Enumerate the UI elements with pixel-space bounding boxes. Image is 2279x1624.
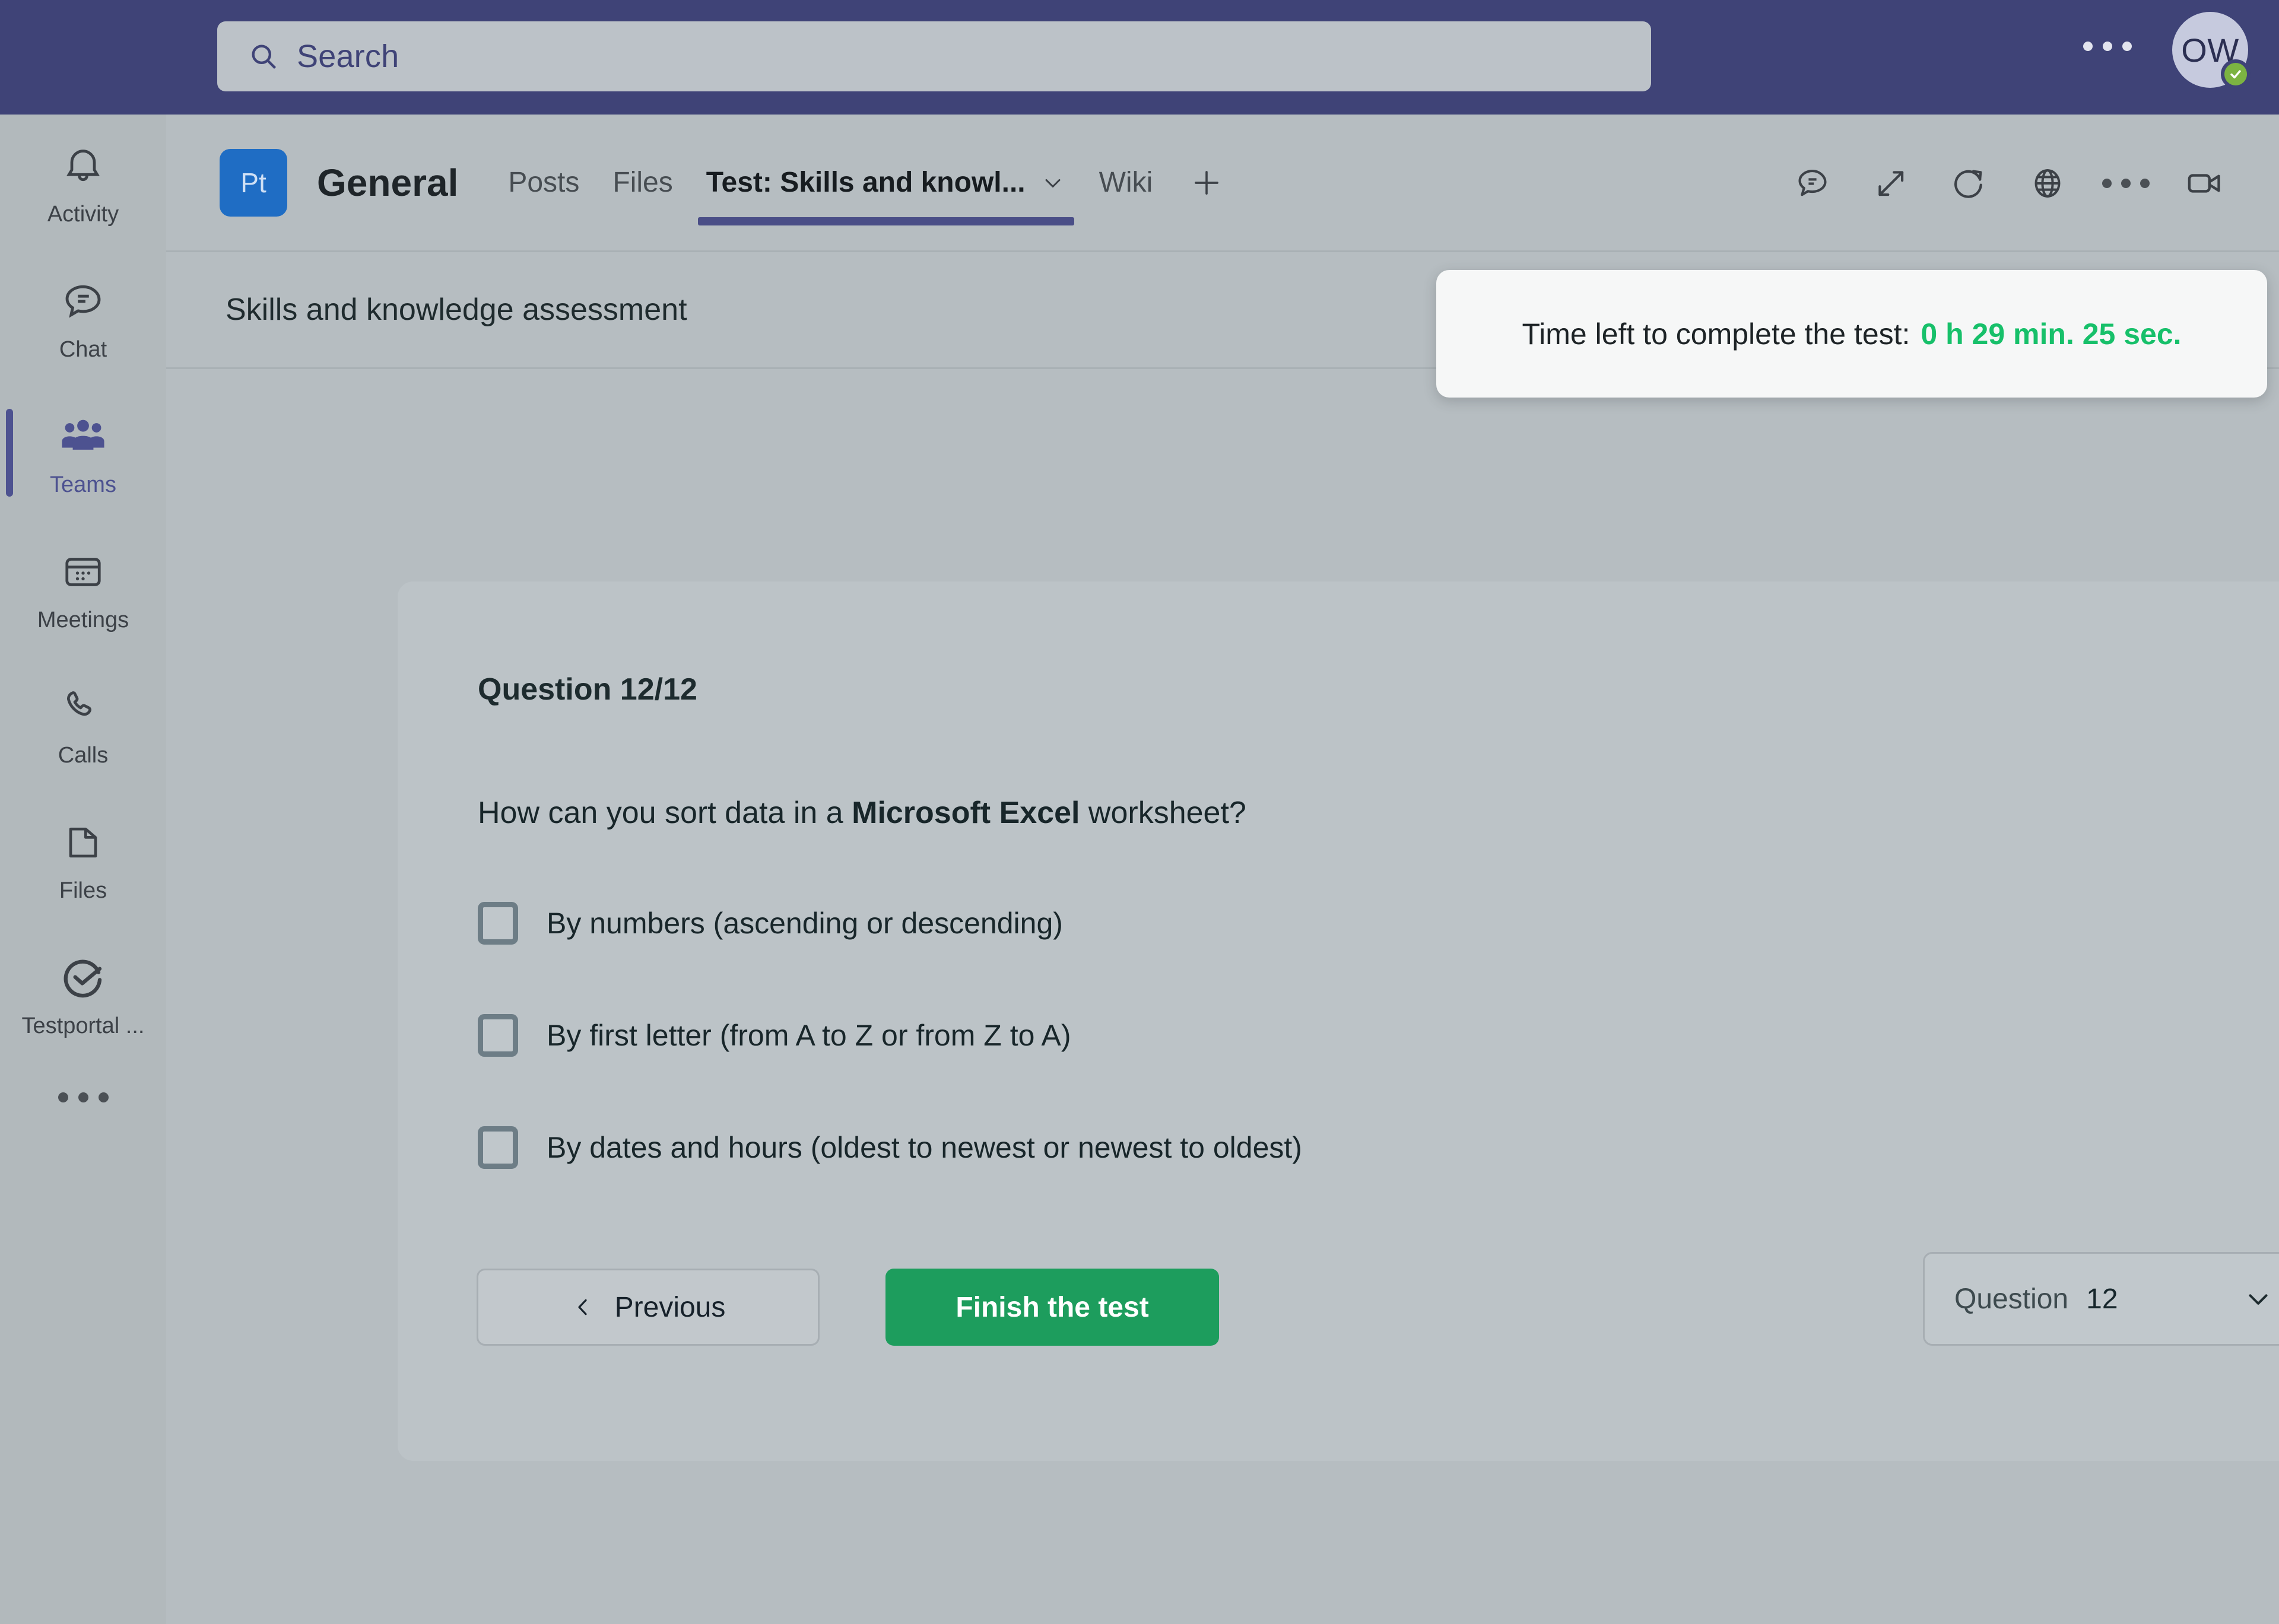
timer-value: 0 h 29 min. 25 sec. <box>1921 317 2182 351</box>
phone-icon <box>61 679 106 736</box>
sidebar-item-label: Calls <box>58 742 109 768</box>
sidebar-item-teams[interactable]: Teams <box>0 385 166 520</box>
previous-button[interactable]: Previous <box>477 1269 820 1346</box>
checkbox-unchecked-icon[interactable] <box>478 1014 518 1057</box>
tab-label: Files <box>612 167 673 198</box>
sidebar-item-testportal[interactable]: Testportal ... <box>0 926 166 1062</box>
sidebar-more-button[interactable] <box>0 1062 166 1133</box>
tab-files[interactable]: Files <box>596 114 689 252</box>
sidebar-item-label: Activity <box>47 201 119 227</box>
finish-test-button-label: Finish the test <box>956 1291 1149 1323</box>
answer-option-label: By dates and hours (oldest to newest or … <box>547 1131 1302 1164</box>
video-camera-icon[interactable] <box>2165 144 2243 223</box>
sidebar-item-calls[interactable]: Calls <box>0 656 166 791</box>
question-card: Question 12/12 How can you sort data in … <box>398 581 2279 1461</box>
question-text: How can you sort data in a Microsoft Exc… <box>478 795 1246 831</box>
bell-icon <box>61 138 106 195</box>
question-text-part2: worksheet? <box>1080 796 1246 830</box>
question-selector-label: Question <box>1954 1283 2069 1315</box>
chevron-down-icon[interactable] <box>1040 170 1066 196</box>
avatar[interactable]: OW <box>2172 12 2251 89</box>
timer-banner: Time left to complete the test: 0 h 29 m… <box>1436 270 2267 398</box>
question-text-emphasis: Microsoft Excel <box>852 796 1080 830</box>
sidebar-item-label: Testportal ... <box>21 1013 145 1038</box>
answer-option[interactable]: By numbers (ascending or descending) <box>478 895 2258 952</box>
answer-option[interactable]: By first letter (from A to Z or from Z t… <box>478 1007 2258 1064</box>
chat-bubble-icon <box>60 273 106 330</box>
refresh-icon[interactable] <box>1930 144 2008 223</box>
finish-test-button[interactable]: Finish the test <box>885 1269 1219 1346</box>
sidebar-item-label: Meetings <box>37 607 129 633</box>
channel-header: Pt General Posts Files Test: Skills and … <box>166 115 2279 252</box>
conversation-icon[interactable] <box>1773 144 1852 223</box>
answer-option[interactable]: By dates and hours (oldest to newest or … <box>478 1119 2258 1176</box>
tab-posts[interactable]: Posts <box>491 114 596 252</box>
tab-label: Wiki <box>1099 167 1153 198</box>
page-title: General <box>317 161 459 204</box>
question-selector[interactable]: Question 12 <box>1923 1252 2279 1346</box>
question-text-part1: How can you sort data in a <box>478 796 852 830</box>
tab-label: Posts <box>508 167 580 198</box>
globe-icon[interactable] <box>2008 144 2087 223</box>
previous-button-label: Previous <box>614 1291 726 1323</box>
top-bar: Search OW <box>0 0 2279 115</box>
sidebar-item-meetings[interactable]: Meetings <box>0 520 166 656</box>
team-avatar: Pt <box>220 148 287 217</box>
sidebar-item-label: Files <box>59 878 107 903</box>
answer-option-label: By first letter (from A to Z or from Z t… <box>547 1019 1071 1052</box>
sidebar-item-activity[interactable]: Activity <box>0 115 166 250</box>
people-icon <box>59 408 107 465</box>
answer-options: By numbers (ascending or descending) By … <box>478 895 2258 1231</box>
sidebar-item-label: Chat <box>59 336 107 362</box>
left-rail: Activity Chat Teams Meetings Calls Files… <box>0 115 166 1624</box>
tab-wiki[interactable]: Wiki <box>1083 114 1170 252</box>
add-tab-button[interactable] <box>1189 166 1224 200</box>
checkbox-unchecked-icon[interactable] <box>478 902 518 945</box>
question-footer: Previous Finish the test Question 12 <box>398 1252 2279 1417</box>
check-circle-icon <box>59 949 107 1006</box>
tab-test-skills-and-knowledge[interactable]: Test: Skills and knowl... <box>690 114 1083 252</box>
checkbox-unchecked-icon[interactable] <box>478 1126 518 1169</box>
chevron-down-icon <box>2242 1283 2274 1315</box>
question-counter: Question 12/12 <box>478 672 697 707</box>
timer-label: Time left to complete the test: <box>1522 317 1910 351</box>
sidebar-item-label: Teams <box>50 472 116 497</box>
channel-tabs: Posts Files Test: Skills and knowl... Wi… <box>491 114 1224 252</box>
presence-available-icon <box>2221 59 2251 89</box>
search-icon <box>248 41 279 72</box>
sidebar-item-files[interactable]: Files <box>0 791 166 926</box>
tab-label: Test: Skills and knowl... <box>706 167 1026 198</box>
app-root: Search OW Activity Chat Teams Meetings C… <box>0 0 2279 1624</box>
question-selector-value: 12 <box>2086 1283 2118 1315</box>
sidebar-item-chat[interactable]: Chat <box>0 250 166 385</box>
expand-icon[interactable] <box>1852 144 1930 223</box>
more-icon[interactable] <box>2087 144 2165 223</box>
assessment-title: Skills and knowledge assessment <box>226 293 687 327</box>
chevron-left-icon <box>571 1295 595 1319</box>
answer-option-label: By numbers (ascending or descending) <box>547 907 1063 940</box>
search-placeholder: Search <box>297 39 399 74</box>
calendar-icon <box>61 544 106 600</box>
topbar-more-button[interactable] <box>2083 42 2132 51</box>
search-input[interactable]: Search <box>217 21 1651 91</box>
document-icon <box>61 814 105 871</box>
channel-actions <box>1773 115 2243 252</box>
active-indicator <box>6 409 13 497</box>
